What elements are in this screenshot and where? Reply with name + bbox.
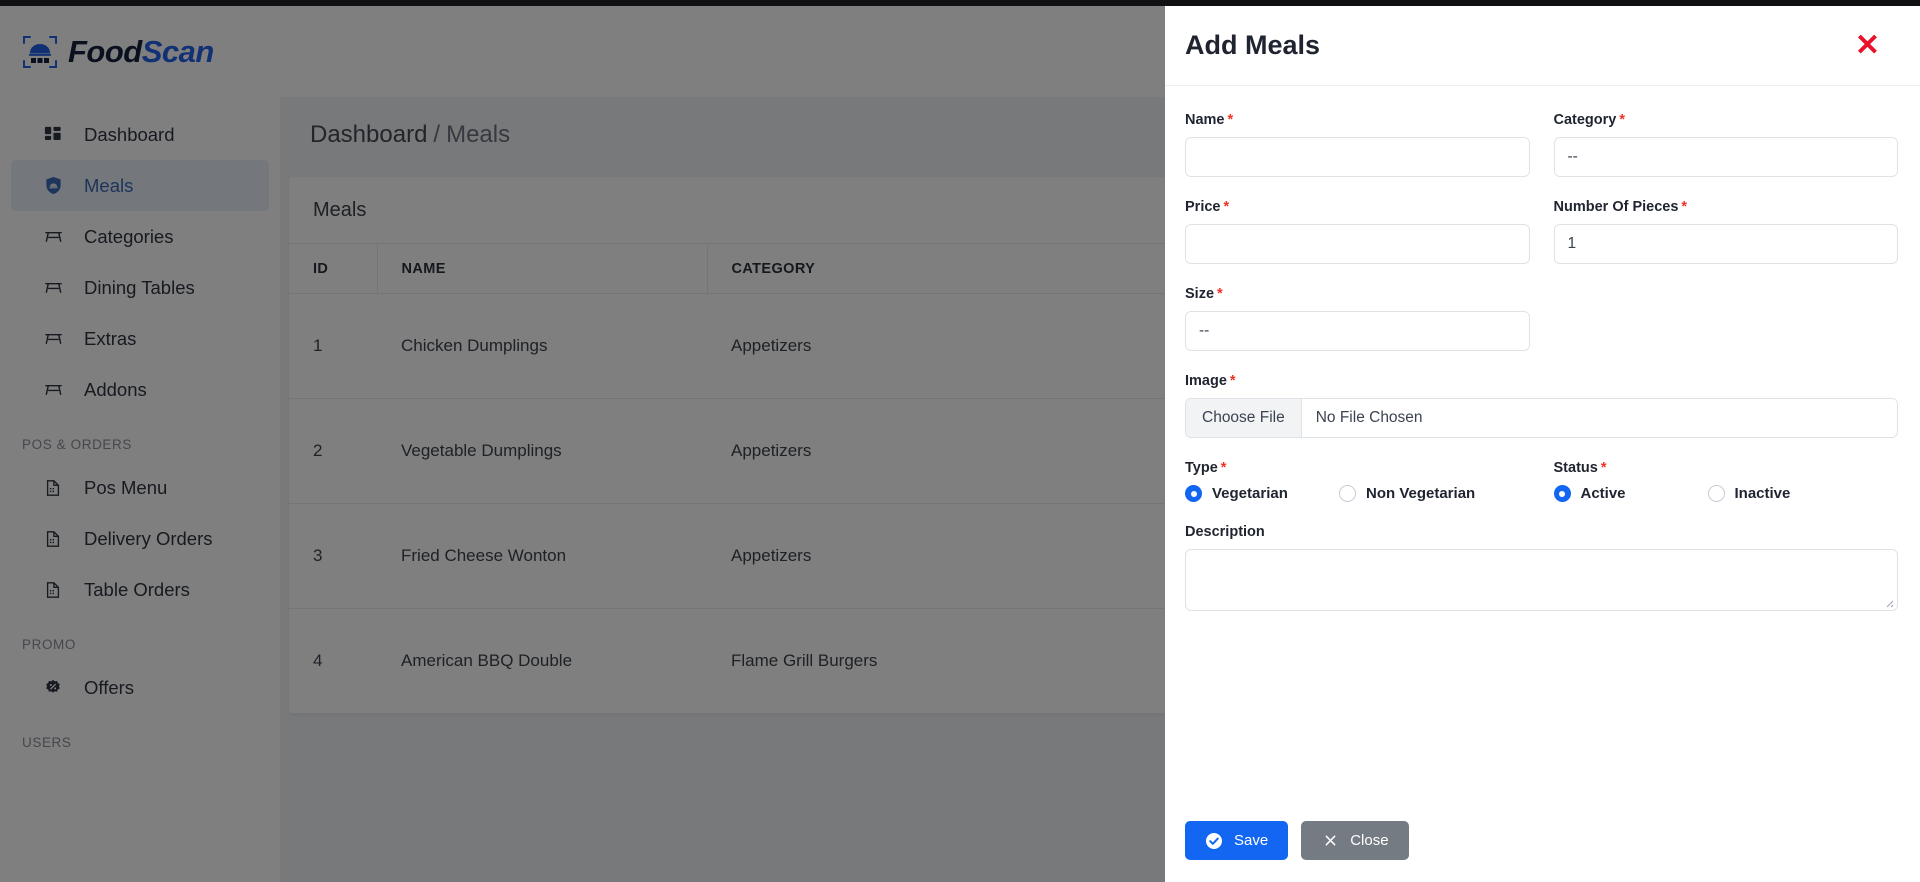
radio-label: Active [1580,485,1626,502]
save-button-label: Save [1234,832,1269,849]
modal-header: Add Meals ✕ [1165,6,1920,86]
field-category: Category * -- [1553,112,1898,177]
radio-option-active[interactable]: Active [1553,485,1708,502]
field-size: Size * -- [1185,286,1530,351]
label-size: Size * [1185,286,1223,302]
type-radio-group: Vegetarian Non Vegetarian [1185,485,1530,502]
radio-label: Non Vegetarian [1366,485,1476,502]
label-price: Price * [1185,199,1230,215]
category-select[interactable]: -- [1553,137,1898,177]
modal-body: Name * Category * -- Price * Number Of Piec… [1165,86,1920,803]
label-status: Status * [1553,460,1607,476]
field-image: Image * Choose File No File Chosen [1185,373,1898,438]
price-input[interactable] [1185,224,1530,264]
file-status-text: No File Chosen [1315,409,1423,426]
modal-footer: Save Close [1165,803,1920,882]
required-asterisk: * [1681,199,1688,215]
add-meals-panel: Add Meals ✕ Name * Category * -- Price * Nu… [1165,6,1920,882]
label-description: Description [1185,524,1265,540]
field-description: Description [1185,524,1898,611]
form-row-size: Size * -- [1185,286,1898,351]
check-circle-icon [1205,832,1223,850]
label-pieces: Number Of Pieces * [1553,199,1688,215]
close-button-label: Close [1350,832,1389,849]
form-row-price-pieces: Price * Number Of Pieces * [1185,199,1898,264]
x-icon [1321,832,1339,850]
modal-title: Add Meals [1185,30,1321,60]
radio-option-vegetarian[interactable]: Vegetarian [1185,485,1339,502]
form-row-type-status: Type * Vegetarian Non Vegetarian Status * [1185,460,1898,502]
radio-option-non-vegetarian[interactable]: Non Vegetarian [1339,485,1493,502]
save-button[interactable]: Save [1185,821,1289,860]
form-row-name-category: Name * Category * -- [1185,112,1898,177]
required-asterisk: * [1220,460,1227,476]
required-asterisk: * [1619,112,1626,128]
close-button[interactable]: Close [1301,821,1409,860]
field-status: Status * Active Inactive [1553,460,1899,502]
field-name: Name * [1185,112,1530,177]
label-category: Category * [1553,112,1626,128]
radio-button[interactable] [1707,485,1725,502]
radio-label: Inactive [1734,485,1791,502]
radio-option-inactive[interactable]: Inactive [1707,485,1862,502]
field-size-spacer [1554,286,1899,351]
required-asterisk: * [1227,112,1234,128]
name-input[interactable] [1185,137,1530,177]
pieces-input[interactable] [1553,224,1898,264]
image-file-input[interactable]: Choose File No File Chosen [1185,398,1898,438]
status-radio-group: Active Inactive [1553,485,1899,502]
field-price: Price * [1185,199,1530,264]
radio-button[interactable] [1553,485,1571,502]
required-asterisk: * [1600,460,1607,476]
resize-grip-icon[interactable] [1882,596,1894,608]
size-select[interactable]: -- [1185,311,1530,351]
field-type: Type * Vegetarian Non Vegetarian [1185,460,1530,502]
choose-file-button[interactable]: Choose File [1186,399,1302,437]
label-type: Type * [1185,460,1227,476]
radio-label: Vegetarian [1212,485,1288,502]
required-asterisk: * [1217,286,1223,302]
label-name: Name * [1185,112,1234,128]
label-image: Image * [1185,373,1236,389]
radio-button[interactable] [1185,485,1202,502]
close-x-icon[interactable]: ✕ [1855,30,1880,61]
required-asterisk: * [1229,373,1236,389]
description-textarea[interactable] [1185,549,1898,611]
required-asterisk: * [1223,199,1230,215]
field-pieces: Number Of Pieces * [1553,199,1898,264]
radio-button[interactable] [1339,485,1356,502]
